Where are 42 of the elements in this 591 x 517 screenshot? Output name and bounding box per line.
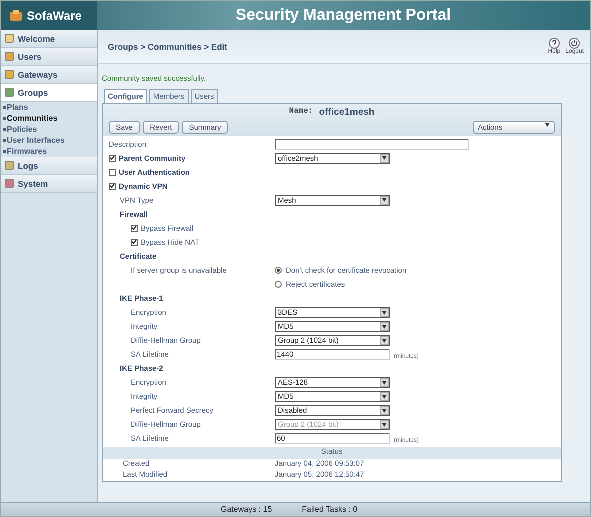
sidebar-item[interactable]: Users [1, 48, 97, 66]
description-field[interactable] [275, 138, 469, 150]
caret-icon [382, 156, 387, 160]
caret-icon [382, 310, 387, 315]
sidebar-subitem[interactable]: Plans [1, 102, 97, 113]
caret-icon [382, 338, 387, 343]
checkbox[interactable] [109, 168, 116, 176]
sidebar-item[interactable]: System [1, 175, 97, 193]
breadcrumb: Groups > Communities > Edit [108, 42, 228, 52]
caret-icon [382, 408, 387, 413]
sidebar-subitem[interactable]: Policies [1, 124, 97, 135]
caret-icon [545, 123, 550, 127]
bullet-icon [3, 128, 6, 131]
radio-button[interactable] [275, 266, 282, 274]
sidebar-subitem[interactable]: Firmwares [1, 146, 97, 157]
name-label: Name: [289, 107, 314, 118]
checkbox[interactable] [109, 154, 116, 162]
sidebar-item[interactable]: Logs [1, 157, 97, 175]
portal-title: Security Management Portal [236, 6, 452, 24]
community-name: office1mesh [319, 107, 375, 118]
sidebar-subitem[interactable]: Communities [1, 113, 97, 124]
sidebar-subitem[interactable]: User Interfaces [1, 135, 97, 146]
caret-icon [382, 380, 387, 385]
status-bar-text: Gateways : 15 [221, 504, 272, 516]
sidebar-item[interactable]: Groups [1, 84, 97, 102]
bullet-icon [3, 150, 6, 153]
logo-icon [9, 10, 23, 22]
logo-text: SofaWare [27, 8, 82, 22]
status-bar-text: Failed Tasks : 0 [302, 504, 358, 516]
sidebar-item[interactable]: Welcome [1, 30, 97, 48]
checkbox[interactable] [109, 182, 116, 190]
bullet-icon [3, 106, 6, 109]
bullet-icon [3, 117, 6, 120]
caret-icon [382, 422, 387, 427]
caret-icon [382, 394, 387, 399]
radio-button[interactable] [275, 280, 282, 288]
checkbox[interactable] [131, 238, 138, 246]
bullet-icon [3, 139, 6, 142]
caret-icon [382, 324, 387, 329]
sidebar-item[interactable]: Gateways [1, 66, 97, 84]
checkbox[interactable] [131, 224, 138, 232]
caret-icon [382, 198, 387, 202]
